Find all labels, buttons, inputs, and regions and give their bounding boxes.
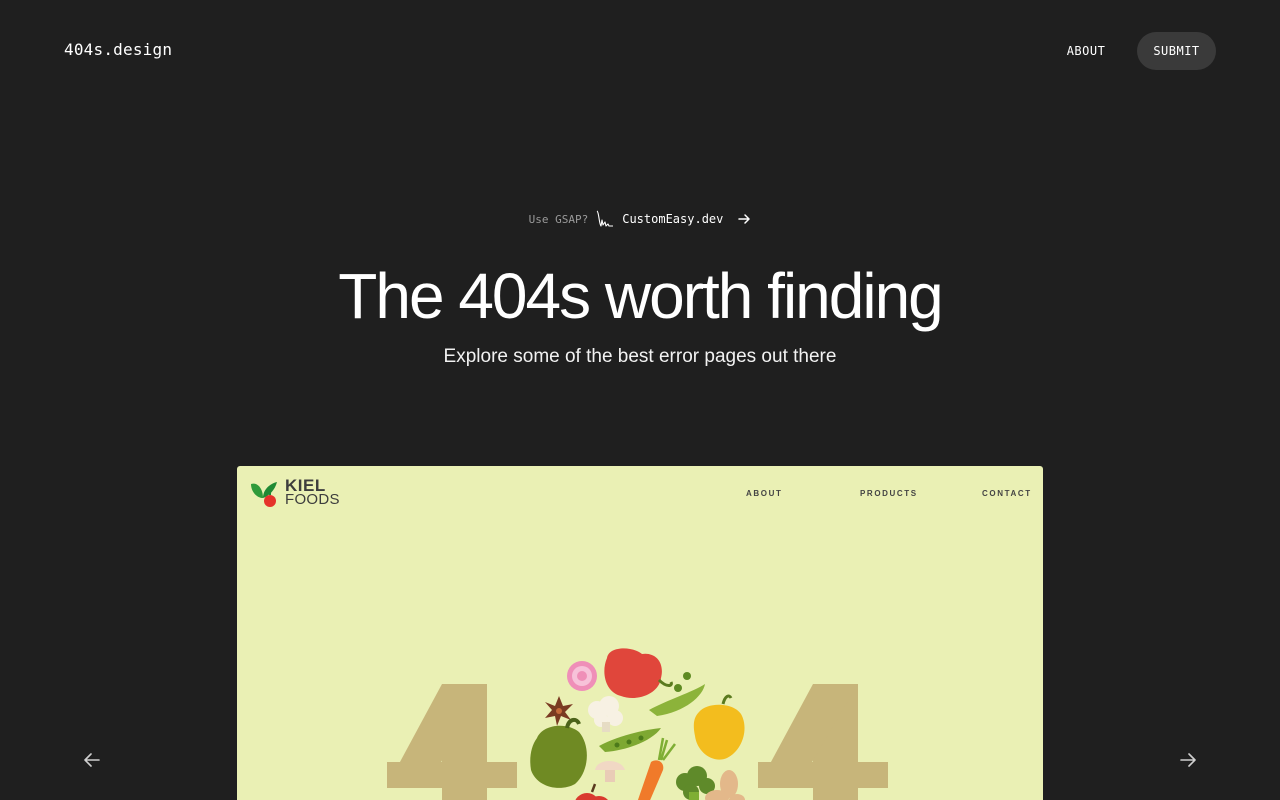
promo-link[interactable]: CustomEasy.dev — [596, 210, 751, 228]
red-pepper — [604, 648, 673, 698]
page-subtitle: Explore some of the best error pages out… — [443, 346, 837, 367]
arrow-right-icon — [738, 214, 751, 224]
carrot — [637, 737, 676, 800]
green-pepper — [530, 717, 587, 788]
site-logo[interactable]: 404s.design — [64, 40, 172, 59]
promo-question: Use GSAP? — [528, 212, 589, 226]
preview-brand-logo: KIEL FOODS — [249, 477, 340, 508]
preview-nav-products: PRODUCTS — [860, 489, 918, 498]
promo-site-name: CustomEasy.dev — [622, 212, 724, 226]
cauliflower — [588, 696, 623, 732]
leaf-radish-icon — [251, 482, 277, 507]
featured-404-preview-card[interactable]: KIEL FOODS ABOUT PRODUCTS CONTACT — [237, 466, 1043, 800]
ease-curve-icon — [596, 210, 614, 227]
preview-brand-line2: FOODS — [285, 491, 340, 508]
apple — [575, 783, 608, 800]
preview-nav-contact: CONTACT — [982, 489, 1032, 498]
arrow-left-icon — [84, 753, 100, 767]
page: 404s.design ABOUT SUBMIT Use GSAP? Custo… — [0, 0, 1280, 800]
digit-four-left — [387, 684, 517, 800]
preview-nav-about: ABOUT — [746, 489, 783, 498]
page-title: The 404s worth finding — [338, 260, 944, 332]
mushroom — [595, 761, 625, 782]
carousel-next-button[interactable] — [1174, 746, 1202, 774]
yellow-pepper — [693, 694, 745, 760]
preview-brand-wordmark: KIEL FOODS — [285, 477, 340, 508]
carousel-prev-button[interactable] — [78, 746, 106, 774]
beet-slice — [567, 661, 597, 691]
promo-banner: Use GSAP? CustomEasy.dev — [0, 208, 1280, 230]
arrow-right-icon — [1180, 753, 1196, 767]
digit-four-right — [758, 684, 888, 800]
vegetables-404-illustration — [387, 648, 888, 800]
nav-about-link[interactable]: ABOUT — [1054, 32, 1118, 70]
submit-button[interactable]: SUBMIT — [1137, 32, 1216, 70]
